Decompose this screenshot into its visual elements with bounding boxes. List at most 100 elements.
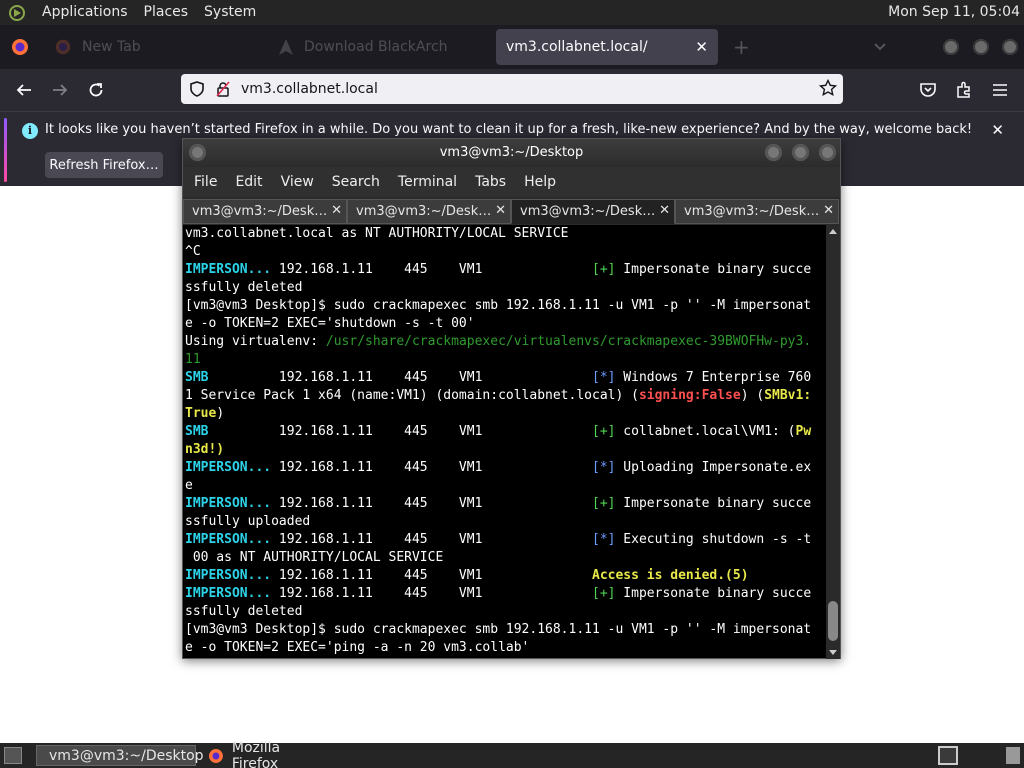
terminal-tab-close-icon[interactable]: ✕ (823, 203, 834, 218)
minimize-button[interactable] (765, 144, 782, 161)
applications-menu[interactable]: Applications (34, 0, 136, 25)
info-icon: i (22, 123, 38, 139)
terminal-tab-2[interactable]: vm3@vm3:~/Desk… ✕ (347, 199, 511, 224)
terminal-window: vm3@vm3:~/Desktop File Edit View Search … (182, 138, 841, 659)
navigation-toolbar: vm3.collabnet.local (0, 69, 1024, 111)
firefox-view-icon[interactable] (10, 37, 30, 61)
taskbar-item-terminal[interactable]: vm3@vm3:~/Desktop (36, 745, 204, 766)
tab-vm3-collabnet[interactable]: vm3.collabnet.local/ ✕ (496, 29, 718, 65)
terminal-text: [vm3@vm3 Desktop]$ sudo crackmapexec smb… (185, 298, 812, 313)
terminal-output[interactable]: vm3.collabnet.local as NT AUTHORITY/LOCA… (185, 225, 825, 659)
app-menu-button[interactable] (987, 77, 1013, 103)
terminal-tab-1[interactable]: vm3@vm3:~/Desk… ✕ (183, 199, 347, 224)
scrollbar-thumb[interactable] (828, 601, 838, 641)
taskbar-item-firefox[interactable]: Mozilla Firefox (204, 740, 334, 768)
trash-applet[interactable] (1006, 747, 1020, 764)
close-window-button[interactable] (1002, 39, 1018, 55)
shield-icon[interactable] (187, 79, 207, 99)
terminal-text: SMBv1: (764, 388, 812, 403)
taskbar-item-label: vm3@vm3:~/Desktop (49, 747, 204, 764)
terminal-scrollbar[interactable] (826, 225, 840, 659)
terminal-text: IMPERSON... (185, 460, 272, 475)
menu-edit[interactable]: Edit (226, 174, 271, 190)
tab-new-tab[interactable]: New Tab (46, 29, 256, 65)
pocket-icon (920, 83, 936, 97)
terminal-tab-close-icon[interactable]: ✕ (659, 203, 670, 218)
maximize-window-button[interactable] (973, 39, 989, 55)
extensions-button[interactable] (951, 77, 977, 103)
terminal-text: IMPERSON... (185, 532, 272, 547)
terminal-text: e -o TOKEN=2 EXEC='shutdown -s -t 00' (185, 316, 475, 331)
scroll-up-icon[interactable] (829, 229, 837, 234)
arrow-left-icon (16, 84, 31, 96)
terminal-tab-close-icon[interactable]: ✕ (331, 203, 342, 218)
pocket-button[interactable] (915, 77, 941, 103)
clock[interactable]: Mon Sep 11, 05:04 (888, 0, 1020, 25)
terminal-text: IMPERSON... (185, 262, 272, 277)
terminal-text: /usr/share/crackmapexec/virtualenvs/crac… (325, 334, 812, 349)
terminal-text: Windows 7 Enterprise 760 (615, 370, 812, 385)
tab-label: vm3.collabnet.local/ (506, 39, 648, 55)
system-menu[interactable]: System (196, 0, 264, 25)
list-all-tabs-icon[interactable] (873, 38, 887, 57)
not-secure-icon[interactable] (213, 79, 233, 99)
terminal-text: SMB (185, 424, 209, 439)
refresh-firefox-button[interactable]: Refresh Firefox… (45, 152, 163, 178)
menu-search[interactable]: Search (323, 174, 389, 190)
terminal-line: IMPERSON... 192.168.1.11 445 VM1 [*] Exe… (185, 531, 825, 549)
terminal-line: ^C (185, 243, 825, 261)
tab-download-blackarch[interactable]: Download BlackArch (270, 29, 490, 65)
show-desktop-icon[interactable] (4, 747, 22, 764)
close-button[interactable] (819, 144, 836, 161)
menu-file[interactable]: File (185, 174, 226, 190)
minimize-window-button[interactable] (943, 39, 959, 55)
terminal-text: Using virtualenv: (185, 334, 326, 349)
terminal-tab-label: vm3@vm3:~/Desk… (684, 204, 820, 219)
bottom-taskbar: vm3@vm3:~/Desktop Mozilla Firefox (0, 740, 1024, 768)
terminal-tab-close-icon[interactable]: ✕ (495, 203, 506, 218)
terminal-text: Pw (795, 424, 812, 439)
terminal-line: e -o TOKEN=2 EXEC='ping -a -n 20 vm3.col… (185, 639, 825, 657)
menu-help[interactable]: Help (515, 174, 565, 190)
terminal-line: ssfully deleted (185, 279, 825, 297)
terminal-line: [vm3@vm3 Desktop]$ sudo crackmapexec smb… (185, 621, 825, 639)
terminal-text: [*] (592, 370, 616, 385)
menu-view[interactable]: View (272, 174, 323, 190)
terminal-text: SMB (185, 370, 209, 385)
back-button[interactable] (11, 77, 37, 103)
blackarch-icon (279, 39, 293, 55)
terminal-line: IMPERSON... 192.168.1.11 445 VM1 Access … (185, 567, 825, 585)
terminal-tab-4[interactable]: vm3@vm3:~/Desk… ✕ (675, 199, 839, 224)
terminal-text: 192.168.1.11 445 VM1 (271, 460, 592, 475)
terminal-text: IMPERSON... (185, 568, 272, 583)
firefox-icon (208, 748, 223, 763)
new-tab-button[interactable]: + (733, 35, 750, 59)
arrow-right-icon (53, 84, 68, 96)
menu-terminal[interactable]: Terminal (389, 174, 466, 190)
terminal-text: ssfully deleted (185, 604, 303, 619)
notification-close-icon[interactable]: ✕ (991, 121, 1004, 139)
terminal-text: IMPERSON... (185, 496, 272, 511)
puzzle-icon (957, 81, 970, 98)
terminal-tab-bar: vm3@vm3:~/Desk… ✕ vm3@vm3:~/Desk… ✕ vm3@… (183, 197, 840, 225)
desktop: Applications Places System Mon Sep 11, 0… (0, 0, 1024, 768)
bookmark-star-icon[interactable] (818, 78, 838, 101)
terminal-text: Impersonate binary succe (615, 496, 812, 511)
menu-tabs[interactable]: Tabs (466, 174, 515, 190)
tab-close-icon[interactable]: ✕ (695, 38, 708, 56)
terminal-text: e (185, 478, 193, 493)
terminal-titlebar[interactable]: vm3@vm3:~/Desktop (183, 139, 840, 167)
reload-button[interactable] (83, 77, 109, 103)
forward-button[interactable] (47, 77, 73, 103)
scroll-down-icon[interactable] (829, 650, 837, 655)
workspace-switcher[interactable] (938, 746, 958, 765)
terminal-text: Uploading Impersonate.ex (615, 460, 812, 475)
system-logo-icon[interactable] (8, 4, 26, 22)
places-menu[interactable]: Places (136, 0, 197, 25)
terminal-line: ssfully uploaded (185, 513, 825, 531)
url-bar[interactable]: vm3.collabnet.local (181, 74, 843, 104)
maximize-button[interactable] (792, 144, 809, 161)
terminal-tab-3[interactable]: vm3@vm3:~/Desk… ✕ (511, 199, 675, 224)
firefox-tab-strip: New Tab Download BlackArch vm3.collabnet… (0, 25, 1024, 69)
terminal-text: signing:False (638, 388, 741, 403)
